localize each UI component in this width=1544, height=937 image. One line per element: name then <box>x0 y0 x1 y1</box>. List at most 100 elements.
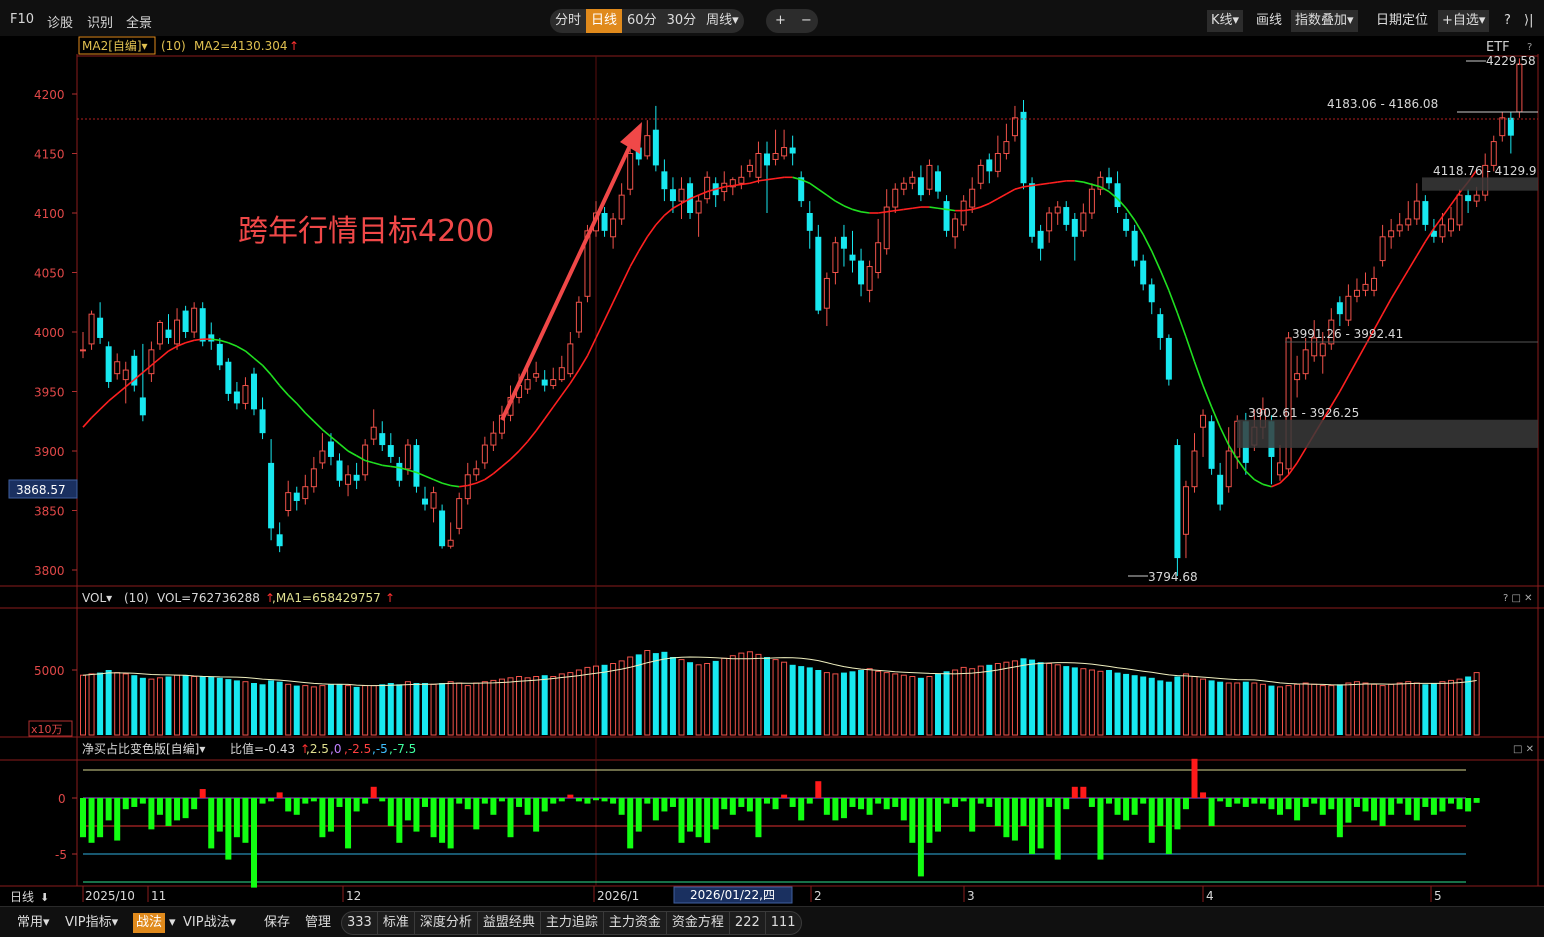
strategy-dropdown[interactable]: ▾ <box>166 913 179 933</box>
vol-pane-icons[interactable]: ? □ ✕ <box>1503 593 1533 604</box>
date-locate-button[interactable]: 日期定位 <box>1372 10 1432 32</box>
candle-body-up <box>88 313 95 345</box>
period-tab-daily[interactable]: 日线 <box>586 9 623 33</box>
volume-bar-up <box>883 672 890 736</box>
net-ratio-bar <box>1456 798 1463 810</box>
period-tab-intraday[interactable]: 分时 <box>550 9 586 33</box>
f10-button[interactable]: F10 <box>10 12 34 27</box>
net-ratio-bar <box>319 798 326 838</box>
template-tab-333[interactable]: 333 <box>342 912 378 934</box>
template-tab-classic[interactable]: 益盟经典 <box>478 912 541 934</box>
candle-body-up <box>148 349 155 375</box>
net-ratio-bar <box>823 798 830 815</box>
net-ratio-bar <box>1396 798 1403 804</box>
volume-bar-up <box>969 668 976 736</box>
candle-body-up <box>302 486 309 500</box>
indicator-name[interactable]: MA2[自编]▾ <box>82 38 148 53</box>
candle-body-up <box>892 188 899 208</box>
net-ratio-bar <box>413 798 420 832</box>
net-ratio-bar <box>635 798 642 832</box>
candle-body-down <box>601 213 608 231</box>
candle-body-up <box>1302 349 1309 375</box>
candle-body-up <box>456 498 463 529</box>
template-tab-standard[interactable]: 标准 <box>378 912 415 934</box>
net-ratio-bar <box>935 798 941 832</box>
price-label-zone-4: 3902.61 - 3926.25 <box>1248 406 1359 420</box>
template-tab-capital-equation[interactable]: 资金方程 <box>667 912 730 934</box>
template-tab-main-tracking[interactable]: 主力追踪 <box>541 912 604 934</box>
identify-button[interactable]: 识别 <box>87 12 113 31</box>
net-ratio-bar <box>1294 798 1301 821</box>
date-label: 3 <box>967 889 975 903</box>
net-ratio-bar <box>353 798 360 812</box>
net-ratio-bar <box>259 798 266 804</box>
manage-button[interactable]: 管理 <box>302 913 334 933</box>
volume-bar-up <box>490 679 497 736</box>
diagnose-button[interactable]: 诊股 <box>47 12 73 31</box>
kline-menu[interactable]: K线▾ <box>1207 10 1244 32</box>
net-ratio-bar <box>1336 798 1343 838</box>
candle-body-up <box>866 266 873 291</box>
help-icon[interactable]: ? <box>1500 10 1515 32</box>
volume-bar-down <box>1148 677 1155 735</box>
net-ratio-bar <box>1080 786 1087 798</box>
main-help-icon[interactable]: ? <box>1527 42 1532 53</box>
volume-bar-up <box>695 664 702 736</box>
candle-body-down <box>379 433 386 446</box>
vip-strategy-menu[interactable]: VIP战法▾ <box>180 913 239 933</box>
candle-body-up <box>174 319 181 345</box>
template-tab-deep-analysis[interactable]: 深度分析 <box>415 912 478 934</box>
net-y-tick-neg5: -5 <box>55 848 67 862</box>
volume-bar-down <box>764 657 770 735</box>
candle-body-down <box>1157 314 1164 338</box>
net-ratio-bar <box>1439 798 1446 812</box>
volume-bar-down <box>687 662 694 735</box>
volume-bar-up <box>1345 682 1352 736</box>
price-label-zone-1: 4183.06 - 4186.08 <box>1327 97 1438 111</box>
strategy-tab[interactable]: 战法 <box>133 913 166 933</box>
cursor-date: 2026/01/22,四 <box>690 888 775 902</box>
net-ratio-bar <box>798 798 805 821</box>
watchlist-menu[interactable]: +自选▾ <box>1438 10 1490 32</box>
template-tab-111[interactable]: 111 <box>766 912 801 934</box>
save-button[interactable]: 保存 <box>261 913 293 933</box>
net-ratio-bar <box>695 798 702 838</box>
net-pane-icons[interactable]: □ ✕ <box>1513 744 1534 755</box>
candle-body-down <box>815 236 822 311</box>
etf-label: ETF <box>1486 40 1510 55</box>
candle-body-up <box>114 361 121 375</box>
collapse-icon[interactable]: ⟩| <box>1520 10 1537 32</box>
volume-bar-up <box>550 676 557 736</box>
volume-bar-up <box>610 663 617 736</box>
net-ratio-bar <box>1029 798 1036 854</box>
draw-line-button[interactable]: 画线 <box>1252 10 1286 32</box>
candle-body-up <box>738 176 745 184</box>
volume-bar-up <box>1277 686 1283 736</box>
stock-chart[interactable]: MA2[自编]▾ (10) MA2=4130.304 ↑ ETF ? 4200 4… <box>0 36 1544 906</box>
volume-bar-up <box>909 676 916 736</box>
zoom-in-button[interactable]: + <box>766 9 795 33</box>
net-ratio-bar <box>1448 798 1454 804</box>
panorama-button[interactable]: 全景 <box>126 12 152 31</box>
net-param-1: ,2.5 <box>306 742 329 756</box>
volume-bar-up <box>533 676 540 736</box>
period-tab-60min[interactable]: 60分 <box>622 9 662 33</box>
volume-bar-down <box>1037 662 1044 735</box>
period-tab-weekly[interactable]: 周线▾ <box>701 9 744 33</box>
net-ratio-bar <box>584 798 591 804</box>
vol-indicator-name[interactable]: VOL▾ <box>82 591 112 605</box>
index-overlay-menu[interactable]: 指数叠加▾ <box>1291 10 1358 32</box>
net-indicator-name[interactable]: 净买占比变色版[自编]▾ <box>82 741 205 756</box>
template-tab-222[interactable]: 222 <box>730 912 766 934</box>
common-menu[interactable]: 常用▾ <box>14 913 53 933</box>
candle-body-up <box>1191 450 1198 488</box>
template-tab-main-capital[interactable]: 主力资金 <box>604 912 667 934</box>
vip-indicator-menu[interactable]: VIP指标▾ <box>62 913 121 933</box>
period-tab-30min[interactable]: 30分 <box>662 9 702 33</box>
volume-bar-down <box>1063 666 1070 735</box>
template-tabs: 333 标准 深度分析 益盟经典 主力追踪 主力资金 资金方程 222 111 <box>341 911 802 935</box>
net-ratio-bar <box>687 798 694 832</box>
zoom-out-button[interactable]: − <box>795 9 818 33</box>
net-ratio-bar <box>362 798 369 804</box>
volume-bar-up <box>1046 663 1053 736</box>
